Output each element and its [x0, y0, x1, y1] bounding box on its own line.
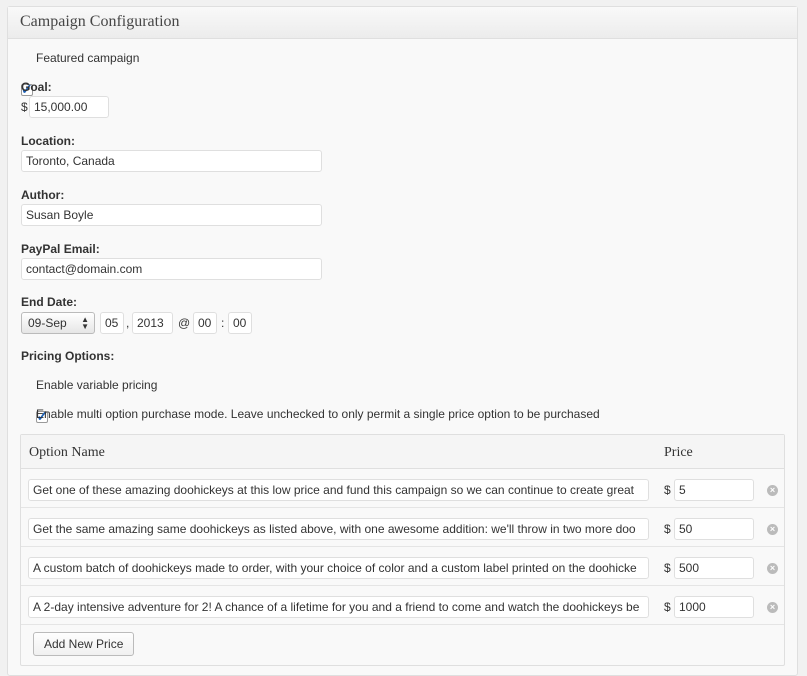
variable-pricing-label: Enable variable pricing [36, 378, 158, 392]
featured-label: Featured campaign [36, 51, 140, 65]
month-value: 09-Sep [28, 316, 67, 330]
close-circle-icon[interactable]: × [767, 563, 778, 574]
close-circle-icon[interactable]: × [767, 485, 778, 496]
year-input[interactable]: 2013 [132, 312, 173, 334]
paypal-email-input[interactable]: contact@domain.com [21, 258, 322, 280]
table-header: Option Name Price [21, 435, 784, 469]
close-circle-icon[interactable]: × [767, 524, 778, 535]
hour-input[interactable]: 00 [193, 312, 217, 334]
table-row: Get one of these amazing doohickeys at t… [21, 469, 784, 508]
date-comma: , [126, 316, 130, 330]
campaign-configuration-panel: Campaign Configuration Featured campaign… [7, 6, 798, 676]
option-name-input[interactable]: A 2-day intensive adventure for 2! A cha… [28, 596, 649, 618]
day-input[interactable]: 05 [100, 312, 124, 334]
end-date-label: End Date: [21, 295, 78, 309]
select-arrows-icon: ▲ ▼ [81, 315, 89, 331]
table-row: A 2-day intensive adventure for 2! A cha… [21, 586, 784, 625]
row-currency: $ [664, 561, 671, 575]
close-circle-icon[interactable]: × [767, 602, 778, 613]
table-row: Get the same amazing same doohickeys as … [21, 508, 784, 547]
month-select[interactable]: 09-Sep ▲ ▼ [21, 312, 95, 334]
price-input[interactable]: 500 [674, 557, 754, 579]
goal-label: Goal: [21, 80, 52, 94]
panel-title: Campaign Configuration [20, 13, 180, 30]
panel-header: Campaign Configuration [8, 7, 797, 39]
option-name-input[interactable]: Get one of these amazing doohickeys at t… [28, 479, 649, 501]
minute-input[interactable]: 00 [228, 312, 252, 334]
multi-option-label: Enable multi option purchase mode. Leave… [36, 407, 600, 421]
author-input[interactable]: Susan Boyle [21, 204, 322, 226]
row-currency: $ [664, 522, 671, 536]
option-name-input[interactable]: Get the same amazing same doohickeys as … [28, 518, 649, 540]
price-options-table: Option Name Price Get one of these amazi… [20, 434, 785, 666]
price-header: Price [664, 445, 693, 460]
price-input[interactable]: 50 [674, 518, 754, 540]
goal-currency: $ [21, 100, 28, 114]
author-label: Author: [21, 188, 65, 202]
date-at: @ [178, 316, 191, 330]
price-input[interactable]: 5 [674, 479, 754, 501]
price-input[interactable]: 1000 [674, 596, 754, 618]
pricing-options-label: Pricing Options: [21, 349, 115, 363]
option-name-input[interactable]: A custom batch of doohickeys made to ord… [28, 557, 649, 579]
location-label: Location: [21, 134, 75, 148]
table-row: A custom batch of doohickeys made to ord… [21, 547, 784, 586]
row-currency: $ [664, 600, 671, 614]
paypal-label: PayPal Email: [21, 242, 100, 256]
goal-input[interactable]: 15,000.00 [29, 96, 109, 118]
option-name-header: Option Name [29, 445, 105, 460]
add-new-price-button[interactable]: Add New Price [33, 632, 135, 656]
time-colon: : [221, 316, 225, 330]
row-currency: $ [664, 483, 671, 497]
location-input[interactable]: Toronto, Canada [21, 150, 322, 172]
